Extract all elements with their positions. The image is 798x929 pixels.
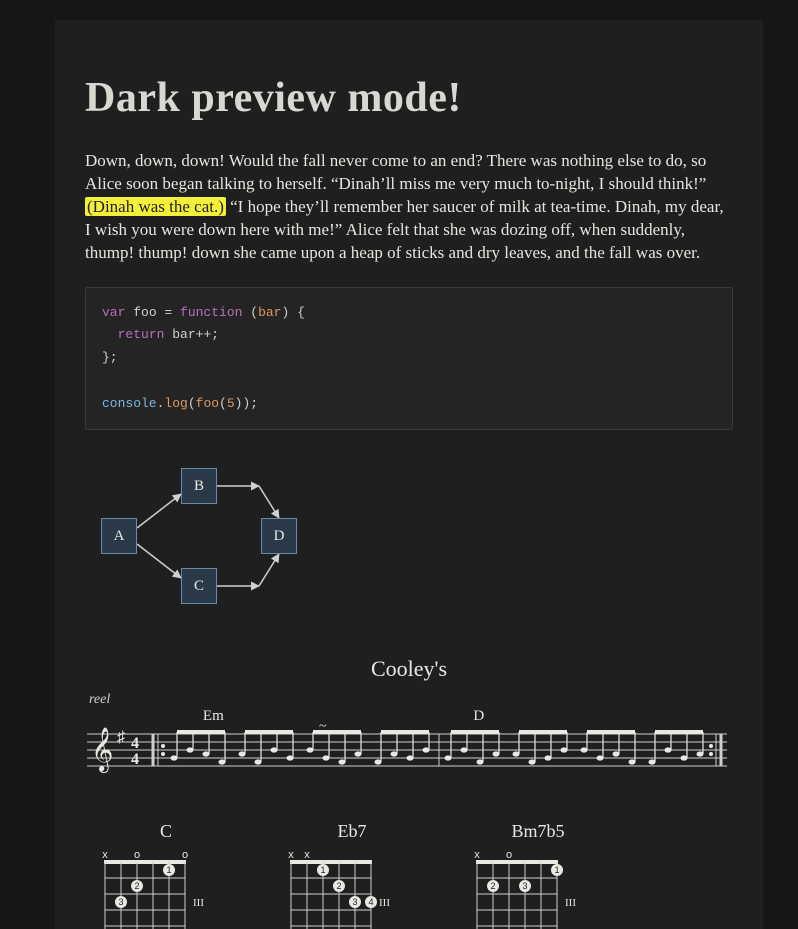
svg-text:1: 1	[320, 865, 325, 875]
document-page: Dark preview mode! Down, down, down! Wou…	[55, 20, 763, 929]
body-paragraph: Down, down, down! Would the fall never c…	[85, 150, 733, 265]
time-sig-bot: 4	[131, 751, 139, 768]
graph-node-a: A	[101, 518, 137, 554]
treble-clef-icon: 𝄞	[91, 728, 113, 773]
music-block: Cooley's reel Em D 𝄞 ♯ 4 4	[85, 656, 733, 929]
chord-marker-d: D	[473, 708, 484, 725]
music-staff-wrap: Em D 𝄞 ♯ 4 4	[87, 712, 731, 787]
svg-text:x: x	[288, 849, 294, 861]
graph-node-c: C	[181, 568, 217, 604]
code-id-bar: bar	[258, 305, 281, 320]
graph-diagram: A B C D	[91, 456, 341, 616]
svg-text:o: o	[182, 849, 188, 861]
chord-marker-em: Em	[203, 708, 224, 725]
chord-name-1: Eb7	[277, 821, 427, 842]
chord-diagram-2: Bm7b5 x o 1 2 3 III	[463, 821, 613, 929]
chord-diagram-0: C x o o 1 2 3 III	[91, 821, 241, 929]
code-id-foo: foo	[133, 305, 156, 320]
code-kw-function: function	[180, 305, 242, 320]
svg-text:3: 3	[522, 881, 527, 891]
chord-fretboard-2: x o 1 2 3 III	[463, 846, 593, 929]
svg-text:1: 1	[554, 865, 559, 875]
code-console: console	[102, 396, 157, 411]
note-groups	[171, 732, 704, 765]
svg-text:x: x	[474, 849, 480, 861]
paragraph-highlight: (Dinah was the cat.)	[85, 197, 226, 216]
music-title: Cooley's	[85, 656, 733, 682]
svg-text:3: 3	[352, 897, 357, 907]
paragraph-pre: Down, down, down! Would the fall never c…	[85, 151, 706, 193]
code-block: var foo = function (bar) { return bar++;…	[85, 287, 733, 431]
time-sig-top: 4	[131, 735, 139, 752]
svg-text:2: 2	[134, 881, 139, 891]
svg-text:o: o	[134, 849, 140, 861]
sharp-icon: ♯	[117, 729, 125, 746]
chord-diagrams: C xoo123III Eb7 xx1234III Bm7b5 xo123III	[91, 821, 733, 929]
graph-node-b: B	[181, 468, 217, 504]
svg-text:III: III	[379, 897, 390, 909]
svg-text:III: III	[565, 897, 576, 909]
svg-text:III: III	[193, 897, 204, 909]
page-title: Dark preview mode!	[85, 74, 733, 122]
svg-text:1: 1	[166, 865, 171, 875]
chord-fretboard-1: xx1234III	[277, 846, 407, 929]
svg-text:x: x	[102, 849, 108, 861]
svg-text:2: 2	[336, 881, 341, 891]
svg-text:2: 2	[490, 881, 495, 891]
music-subtype: reel	[89, 692, 733, 708]
music-staff: 𝄞 ♯ 4 4 ~	[87, 712, 727, 782]
graph-node-d: D	[261, 518, 297, 554]
chord-name-0: C	[91, 821, 241, 842]
chord-name-2: Bm7b5	[463, 821, 613, 842]
chord-diagram-1: Eb7 xx1234III	[277, 821, 427, 929]
code-kw-return: return	[118, 327, 165, 342]
svg-text:3: 3	[118, 897, 123, 907]
svg-text:x: x	[304, 849, 310, 861]
code-log: log	[164, 396, 187, 411]
svg-text:o: o	[506, 849, 512, 861]
chord-fretboard-0: x o o 1 2 3 III	[91, 846, 221, 929]
svg-text:4: 4	[368, 897, 373, 907]
code-kw-var: var	[102, 305, 125, 320]
